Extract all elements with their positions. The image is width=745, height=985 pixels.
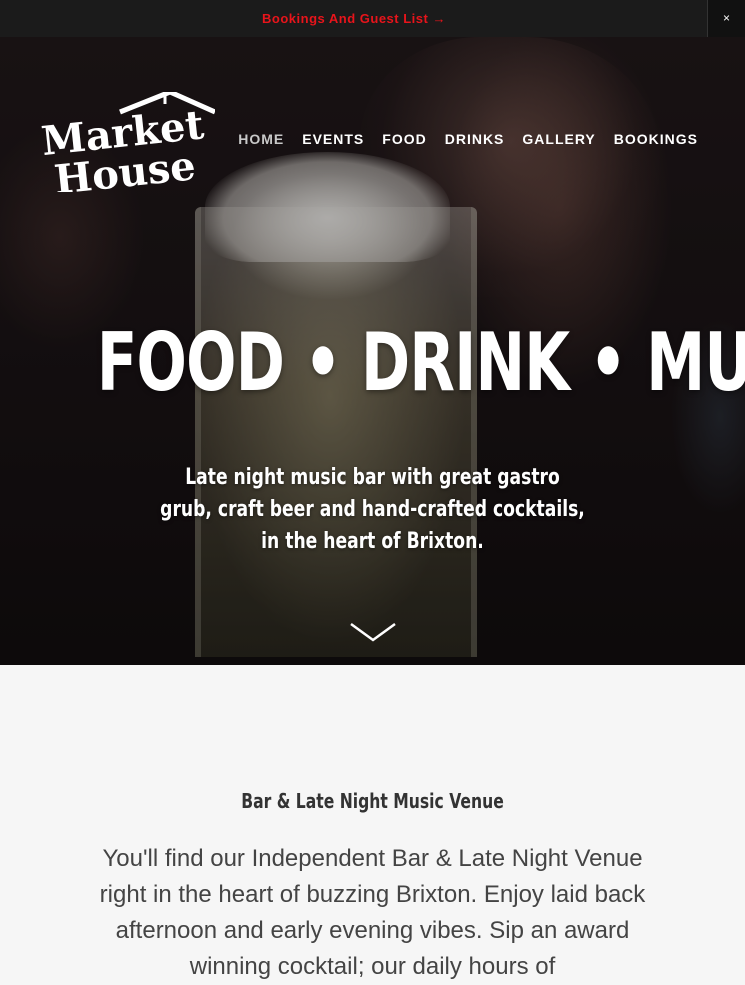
close-button[interactable]: × — [707, 0, 745, 37]
hero-title: FOOD • DRINK • MUSIC — [96, 316, 745, 409]
market-house-logo[interactable]: Market House — [40, 92, 215, 192]
chevron-down-icon[interactable] — [349, 620, 397, 644]
main-nav: HOME EVENTS FOOD DRINKS GALLERY BOOKINGS — [220, 131, 698, 147]
section-body: You'll find our Independent Bar & Late N… — [99, 845, 646, 980]
hero-subtitle: Late night music bar with great gastro g… — [160, 465, 585, 554]
nav-item-gallery[interactable]: GALLERY — [522, 131, 595, 147]
nav-item-events[interactable]: EVENTS — [302, 131, 364, 147]
announcement-bar: Bookings And Guest List → × — [0, 0, 745, 38]
close-icon: × — [722, 11, 730, 25]
hero-section: Market House HOME EVENTS FOOD DRINKS GAL… — [0, 37, 745, 665]
section-title: Bar & Late Night Music Venue — [241, 789, 504, 813]
nav-item-food[interactable]: FOOD — [382, 131, 426, 147]
nav-item-drinks[interactable]: DRINKS — [445, 131, 505, 147]
bookings-guest-list-link[interactable]: Bookings And Guest List → — [0, 0, 708, 37]
intro-section: Bar & Late Night Music Venue You'll find… — [0, 665, 745, 980]
nav-item-home[interactable]: HOME — [238, 131, 284, 147]
nav-item-bookings[interactable]: BOOKINGS — [614, 131, 698, 147]
